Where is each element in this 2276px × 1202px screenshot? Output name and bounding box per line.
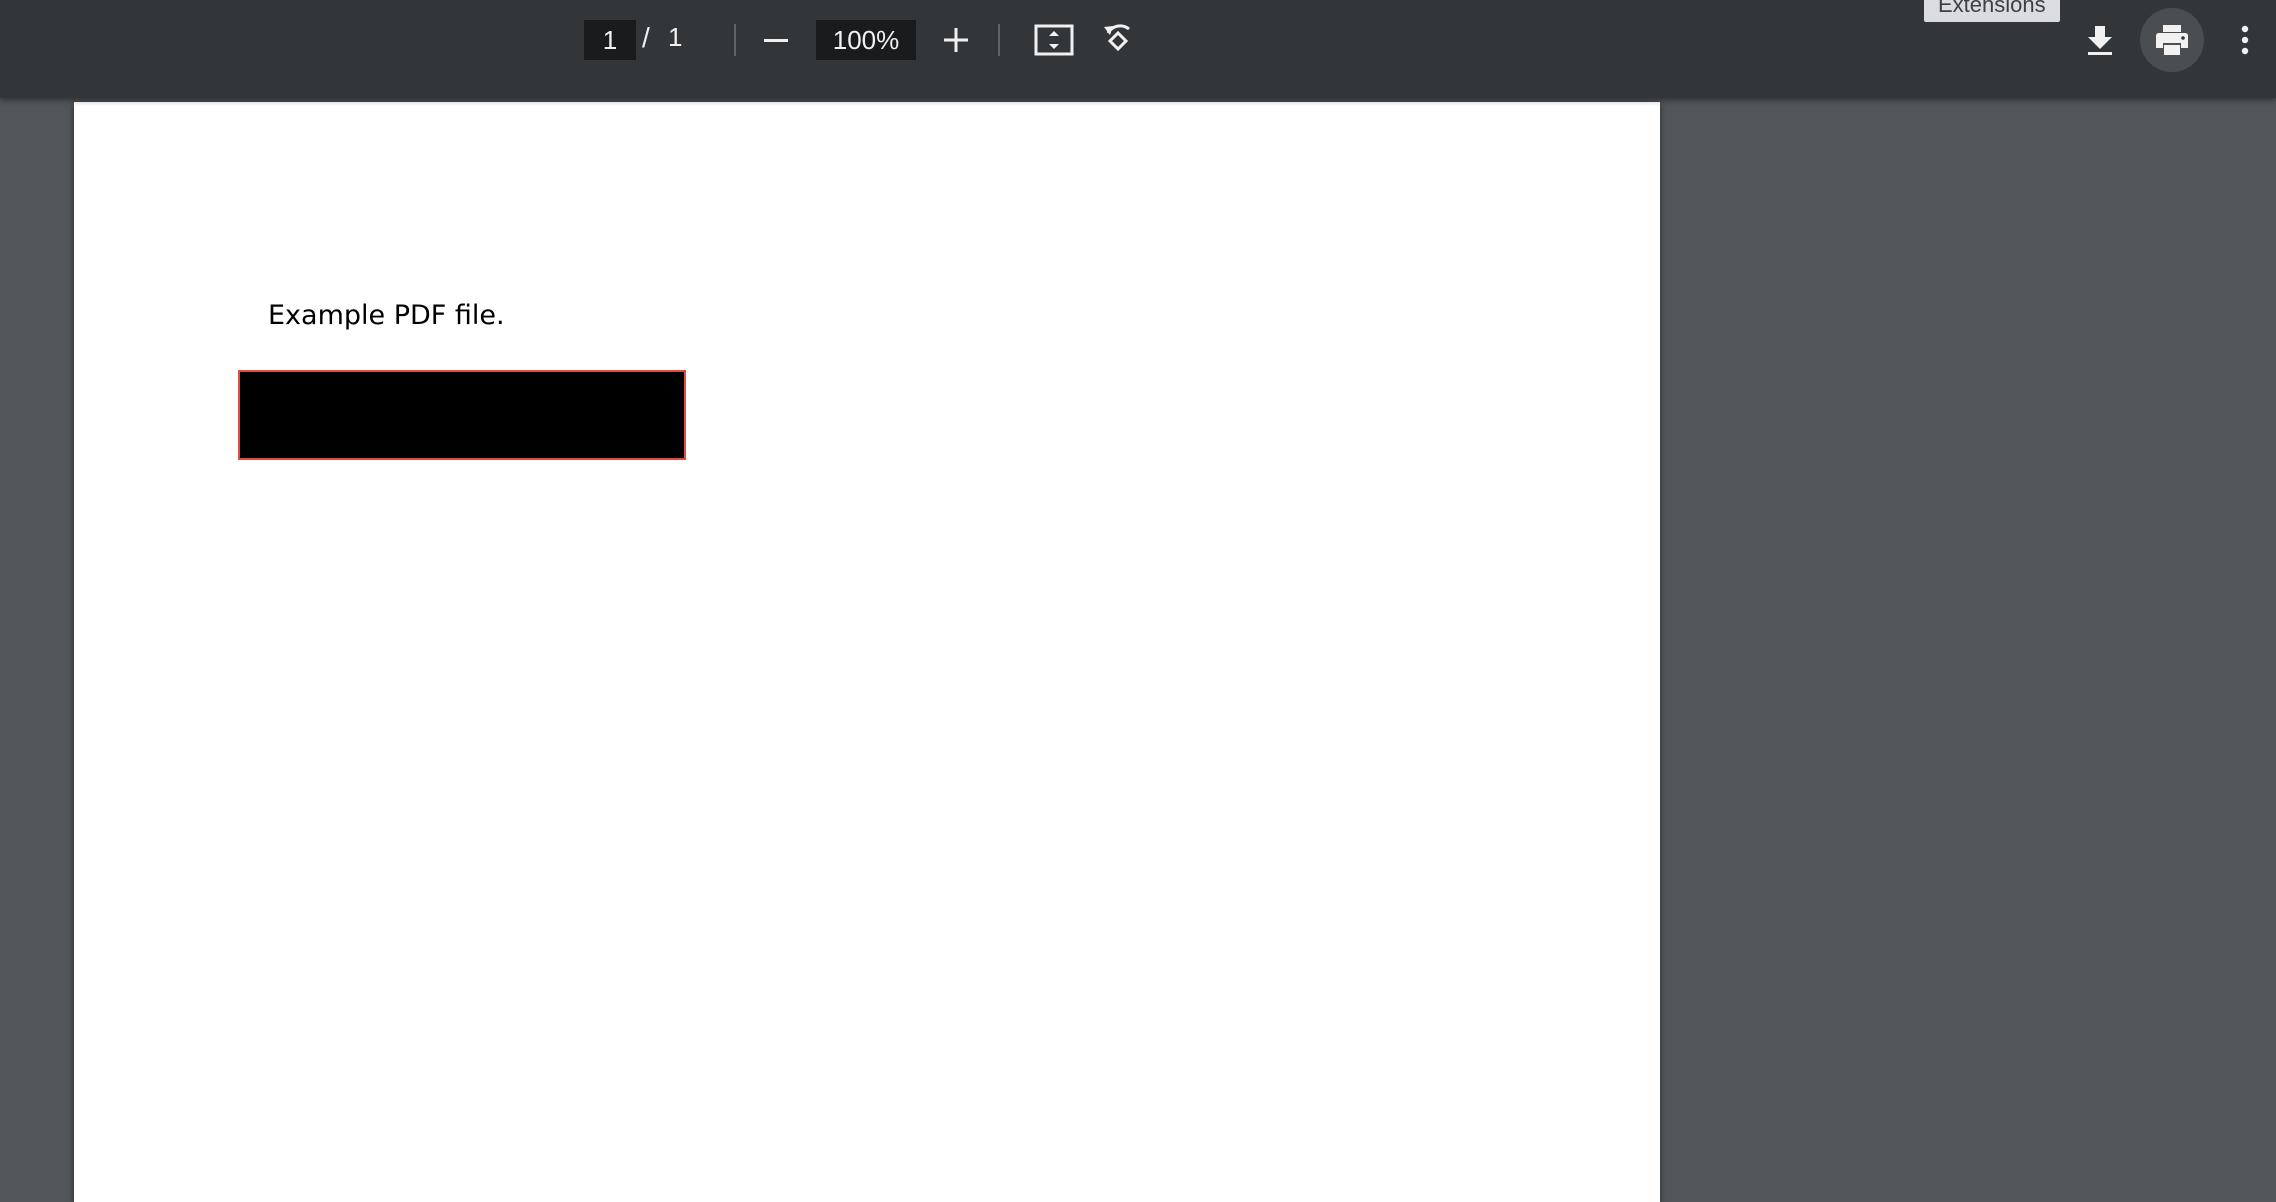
zoom-level-input[interactable] xyxy=(816,20,916,60)
zoom-out-button[interactable] xyxy=(758,18,794,62)
more-options-button[interactable] xyxy=(2230,16,2260,64)
more-vertical-icon xyxy=(2241,25,2249,55)
redaction-box[interactable] xyxy=(238,370,686,460)
pdf-text-line: Example PDF file. xyxy=(268,300,505,331)
page-separator: / xyxy=(642,22,650,53)
zoom-in-button[interactable] xyxy=(938,18,974,62)
fit-to-page-icon xyxy=(1034,24,1074,56)
fit-to-page-button[interactable] xyxy=(1032,18,1076,62)
pdf-page: Example PDF file. xyxy=(74,102,1660,1202)
rotate-counterclockwise-icon xyxy=(1104,24,1130,52)
page-total: 1 xyxy=(668,22,683,52)
rotate-button[interactable] xyxy=(1096,18,1140,62)
extensions-tooltip: Extensions xyxy=(1924,0,2060,22)
page-number-input[interactable] xyxy=(584,20,636,60)
toolbar-divider xyxy=(734,24,736,56)
pdf-toolbar: / 1 Extensions xyxy=(0,0,2276,98)
print-icon-wrap[interactable] xyxy=(2150,20,2194,60)
toolbar-divider xyxy=(998,24,1000,56)
download-button[interactable] xyxy=(2080,16,2120,64)
plus-icon xyxy=(944,28,968,52)
minus-icon xyxy=(764,39,788,42)
pdf-viewer-area[interactable]: Example PDF file. xyxy=(0,98,2276,1202)
print-icon xyxy=(2156,25,2188,55)
download-icon xyxy=(2088,26,2112,55)
